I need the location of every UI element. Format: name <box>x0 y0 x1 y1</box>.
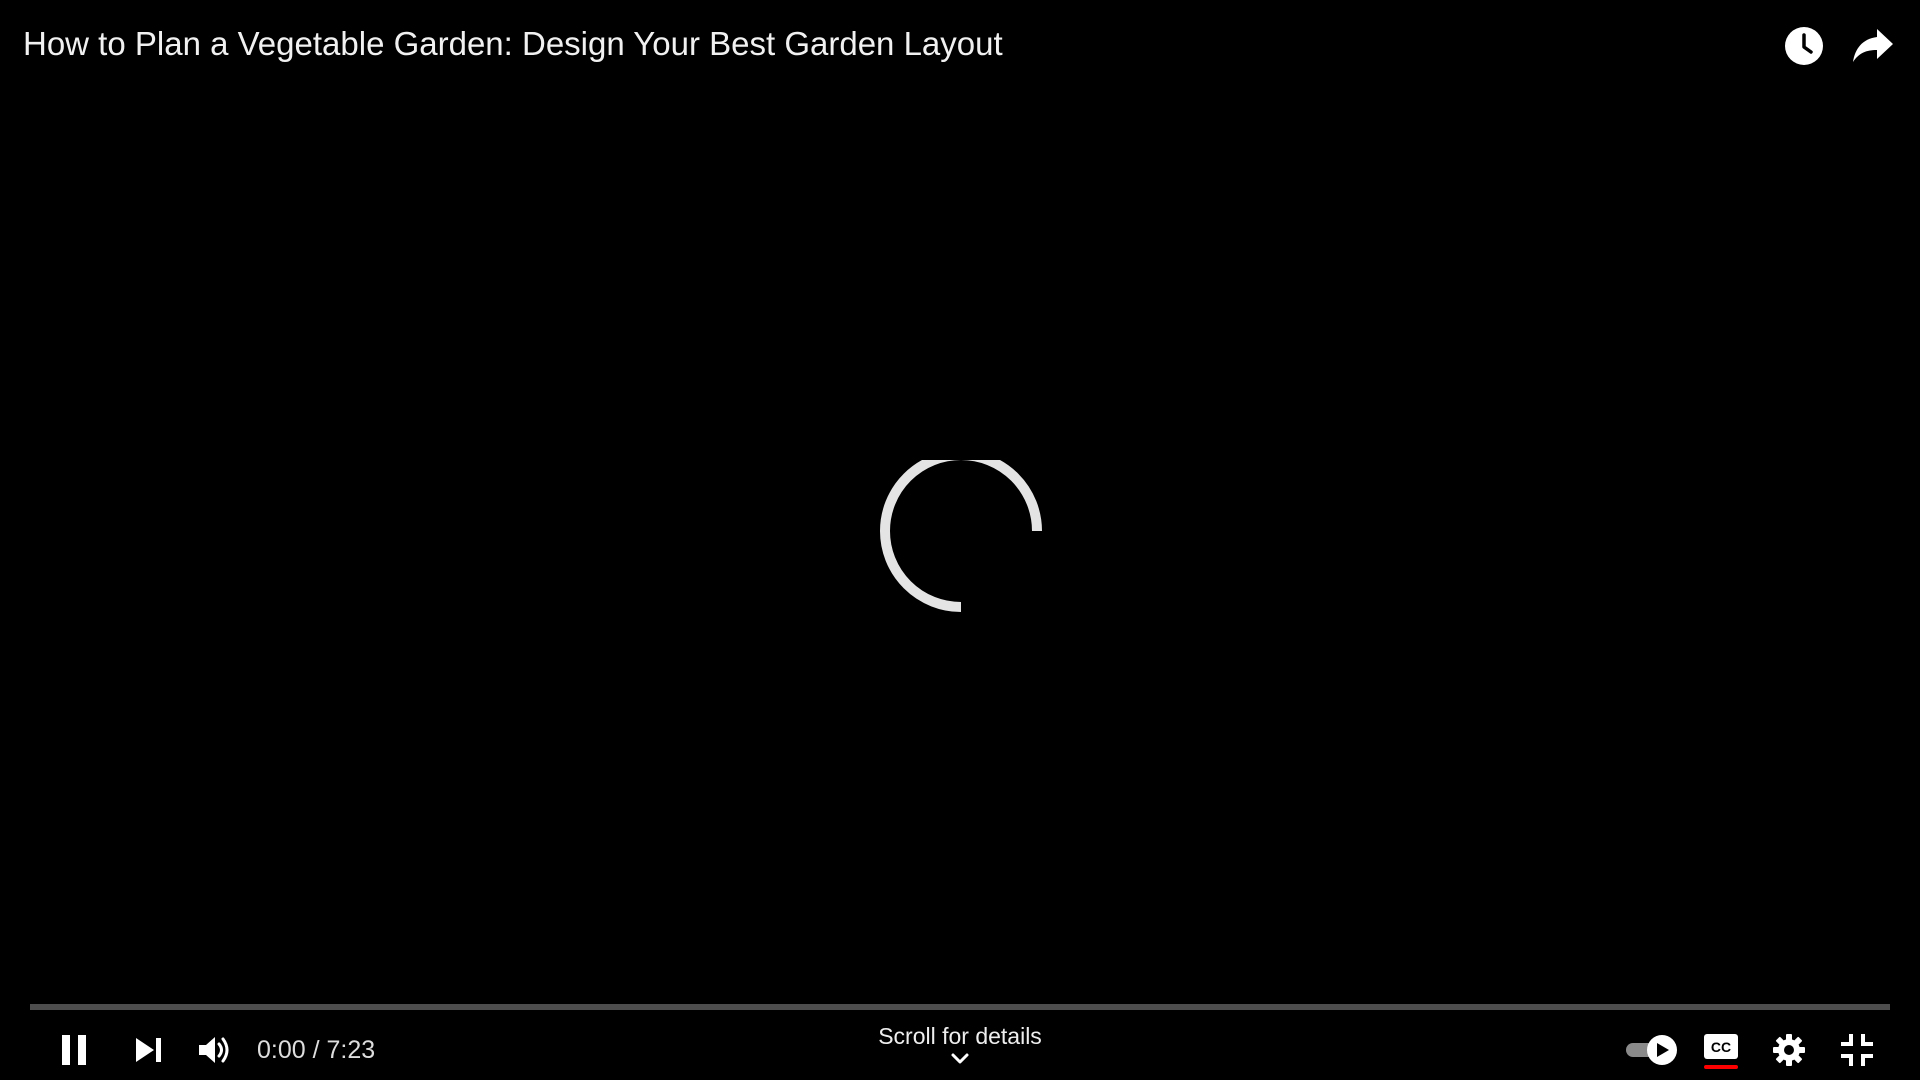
volume-button[interactable] <box>187 1022 243 1078</box>
exit-fullscreen-icon <box>1841 1034 1873 1066</box>
loading-spinner <box>880 460 1042 612</box>
video-title[interactable]: How to Plan a Vegetable Garden: Design Y… <box>23 24 1003 64</box>
chevron-down-icon <box>951 1053 969 1064</box>
skip-next-icon <box>136 1038 161 1062</box>
scroll-for-details[interactable]: Scroll for details <box>810 1022 1110 1066</box>
gear-icon <box>1773 1034 1805 1066</box>
svg-text:CC: CC <box>1711 1039 1731 1055</box>
pause-icon <box>62 1035 86 1065</box>
share-arrow-icon <box>1853 29 1893 62</box>
watch-later-button[interactable] <box>1780 22 1828 70</box>
video-player[interactable]: How to Plan a Vegetable Garden: Design Y… <box>0 0 1920 1080</box>
autoplay-toggle-icon <box>1626 1035 1677 1065</box>
player-controls: 0:00 / 7:23 Scroll for details CC <box>0 1016 1920 1080</box>
settings-button[interactable] <box>1761 1022 1817 1078</box>
captions-button[interactable]: CC <box>1693 1022 1749 1078</box>
next-button[interactable] <box>121 1022 177 1078</box>
exit-fullscreen-button[interactable] <box>1829 1022 1885 1078</box>
time-display: 0:00 / 7:23 <box>257 1036 376 1064</box>
pause-button[interactable] <box>46 1022 102 1078</box>
clock-icon <box>1785 27 1823 65</box>
volume-icon <box>199 1037 229 1063</box>
autoplay-toggle[interactable] <box>1622 1022 1682 1078</box>
progress-bar[interactable] <box>30 1004 1890 1010</box>
player-top-bar: How to Plan a Vegetable Garden: Design Y… <box>0 0 1920 90</box>
scroll-hint-label: Scroll for details <box>878 1023 1042 1049</box>
share-button[interactable] <box>1849 22 1897 70</box>
cc-icon: CC <box>1704 1034 1738 1069</box>
